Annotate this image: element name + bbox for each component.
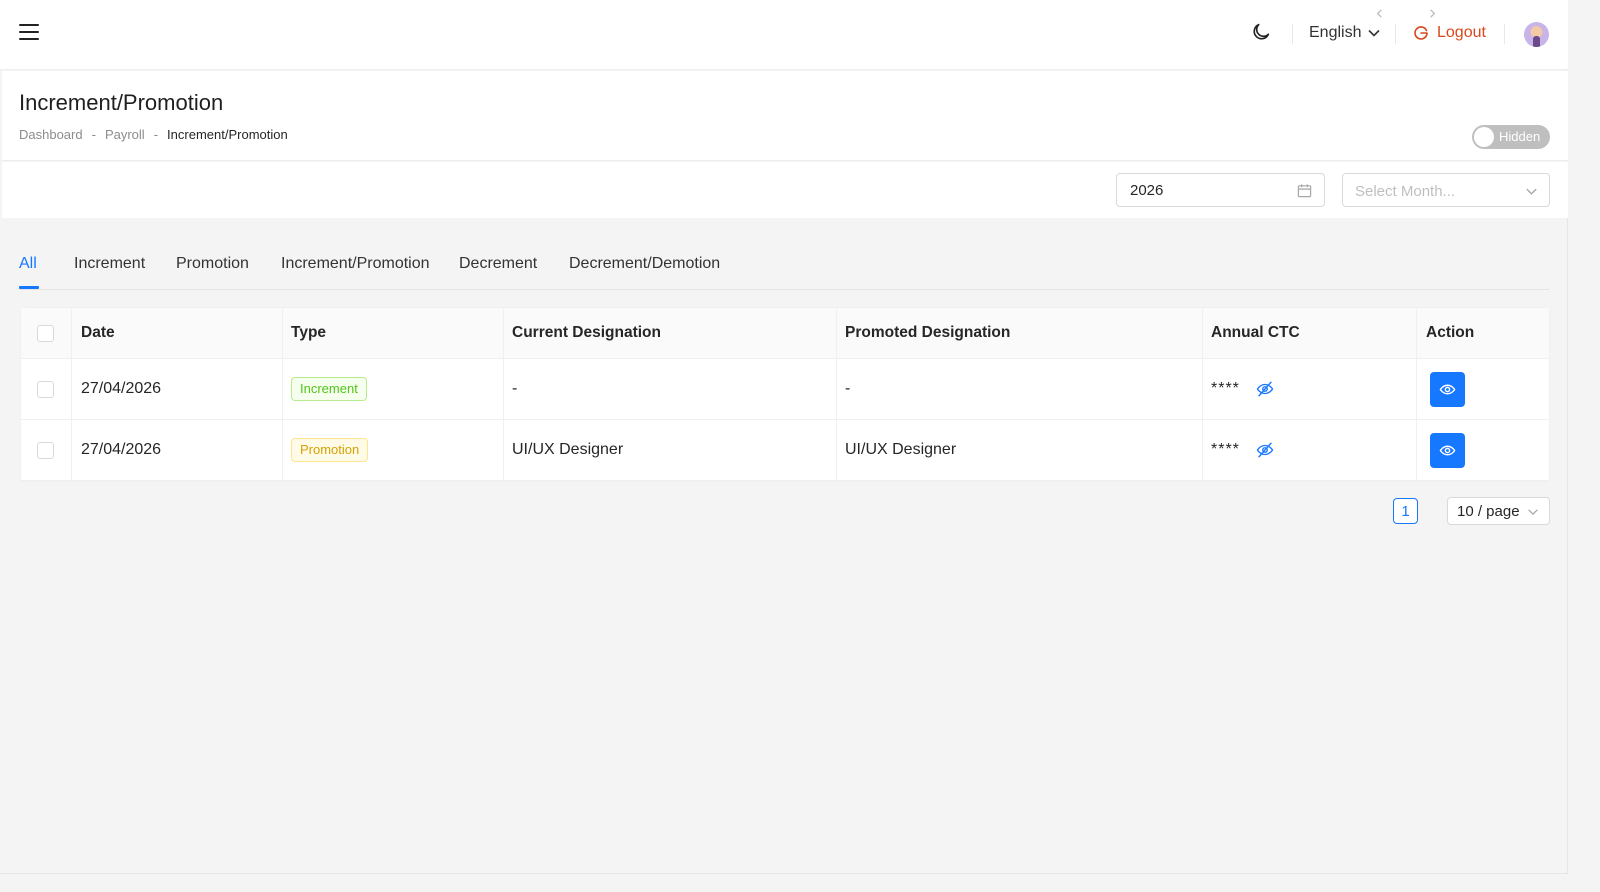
year-value: 2026 [1130, 182, 1164, 199]
tab-decrement-demotion[interactable]: Decrement/Demotion [569, 255, 720, 273]
chevron-down-icon [1368, 29, 1381, 37]
user-avatar[interactable] [1524, 22, 1549, 47]
column-header-current-designation[interactable]: Current Designation [512, 308, 661, 358]
tab-increment[interactable]: Increment [74, 255, 145, 273]
breadcrumb-current: Increment/Promotion [167, 127, 288, 142]
row-date: 27/04/2026 [81, 441, 162, 458]
logout-label: Logout [1437, 24, 1486, 41]
breadcrumb-separator: - [153, 127, 159, 142]
type-badge: Increment [291, 377, 367, 401]
dark-mode-moon-icon[interactable] [1250, 21, 1272, 43]
filter-bar: 2026 Select Month... [2, 162, 1568, 218]
logout-icon [1414, 26, 1428, 40]
logout-button[interactable]: Logout [1413, 24, 1486, 42]
type-tabs: All Increment Promotion Increment/Promot… [19, 252, 1549, 290]
chevron-right-icon [1429, 8, 1435, 18]
view-button[interactable] [1430, 371, 1465, 407]
chevron-down-icon [1528, 509, 1538, 516]
app-frame: English Logout Increment/Promotion Dashb… [0, 0, 1568, 874]
eye-icon [1439, 445, 1456, 455]
chevron-down-icon [1526, 188, 1537, 195]
eye-off-icon[interactable] [1256, 380, 1274, 398]
menu-icon[interactable] [19, 22, 39, 42]
prev-page-button[interactable] [1371, 0, 1387, 26]
active-tab-indicator [19, 286, 39, 289]
breadcrumb-payroll[interactable]: Payroll [105, 127, 145, 142]
row-promoted-designation: - [845, 380, 851, 397]
divider [1395, 24, 1396, 44]
type-badge: Promotion [291, 438, 369, 462]
breadcrumb-separator: - [91, 127, 96, 142]
month-select[interactable]: Select Month... [1342, 173, 1550, 207]
top-navbar: English Logout [0, 0, 1568, 70]
language-label: English [1309, 24, 1362, 41]
row-current-designation: - [512, 380, 518, 397]
column-header-promoted-designation[interactable]: Promoted Designation [845, 308, 1010, 358]
language-selector[interactable]: English [1309, 24, 1381, 42]
page-1-button[interactable]: 1 [1393, 498, 1418, 524]
page-title: Increment/Promotion [19, 90, 224, 115]
row-checkbox[interactable] [37, 380, 54, 398]
view-button[interactable] [1430, 432, 1465, 468]
table-header-row: Date Type Current Designation Promoted D… [21, 308, 1549, 359]
eye-off-icon[interactable] [1256, 441, 1274, 459]
tab-increment-promotion[interactable]: Increment/Promotion [281, 255, 430, 273]
column-header-annual-ctc[interactable]: Annual CTC [1211, 308, 1300, 358]
chevron-left-icon [1376, 8, 1382, 18]
toggle-knob [1474, 127, 1494, 147]
column-header-action: Action [1426, 324, 1475, 341]
page-size-select[interactable]: 10 / page [1447, 497, 1550, 525]
row-checkbox[interactable] [37, 441, 54, 459]
row-current-designation: UI/UX Designer [512, 441, 624, 458]
masked-ctc: **** [1211, 380, 1240, 397]
eye-icon [1439, 384, 1456, 394]
breadcrumb-dashboard[interactable]: Dashboard [19, 127, 83, 142]
divider [1292, 24, 1293, 44]
tab-promotion[interactable]: Promotion [176, 255, 249, 273]
year-picker[interactable]: 2026 [1116, 173, 1325, 207]
row-date: 27/04/2026 [81, 380, 162, 397]
next-page-button[interactable] [1424, 0, 1440, 26]
breadcrumb: Dashboard - Payroll - Increment/Promotio… [19, 127, 288, 142]
tab-decrement[interactable]: Decrement [459, 255, 537, 273]
row-promoted-designation: UI/UX Designer [845, 441, 957, 458]
table-row: 27/04/2026 Increment - - **** [21, 359, 1549, 420]
calendar-icon [1297, 184, 1312, 198]
table-row: 27/04/2026 Promotion UI/UX Designer UI/U… [21, 420, 1549, 481]
page-header: Increment/Promotion Dashboard - Payroll … [2, 71, 1568, 161]
increment-promotion-table: Date Type Current Designation Promoted D… [20, 307, 1550, 482]
month-placeholder: Select Month... [1355, 183, 1456, 200]
page-size-value: 10 / page [1457, 503, 1520, 520]
tab-all[interactable]: All [19, 255, 37, 273]
column-header-type[interactable]: Type [291, 308, 326, 358]
divider [1504, 24, 1505, 44]
column-header-date[interactable]: Date [81, 308, 115, 358]
toggle-label: Hidden [1499, 129, 1541, 144]
hidden-toggle-switch[interactable]: Hidden [1472, 125, 1550, 149]
masked-ctc: **** [1211, 441, 1240, 458]
select-all-checkbox[interactable] [37, 324, 54, 342]
